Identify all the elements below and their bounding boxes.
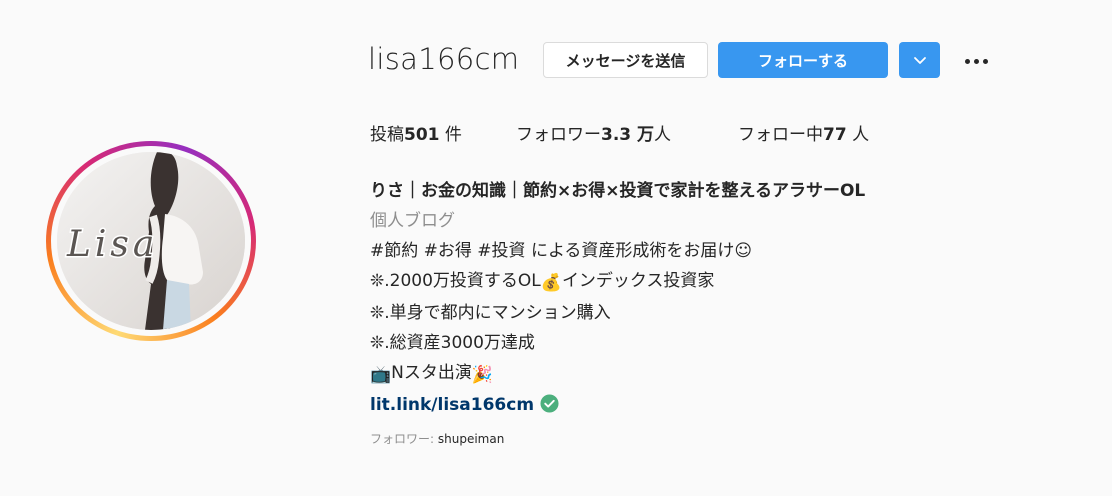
posts-count: 投稿501 件 (370, 120, 462, 145)
suggested-accounts-dropdown-button[interactable] (899, 42, 940, 78)
posts-value: 501 (404, 125, 440, 145)
send-message-button[interactable]: メッセージを送信 (543, 42, 708, 78)
more-dot (982, 58, 988, 64)
followed-by[interactable]: フォロワー: shupeiman (370, 430, 504, 447)
profile-full-name: りさ｜お金の知識｜節約×お得×投資で家計を整えるアラサーOL (370, 181, 866, 201)
following-label: フォロー中 (738, 125, 823, 145)
more-dot (964, 58, 970, 64)
chevron-down-icon (913, 57, 926, 64)
followed-by-user[interactable]: shupeiman (438, 432, 504, 446)
more-options-icon[interactable] (960, 50, 992, 72)
bio-line-apartment: ❊.単身で都内にマンション購入 (370, 303, 611, 323)
following-unit: 人 (846, 125, 870, 145)
bio-line-hashtags: #節約 #お得 #投資 による資産形成術をお届け☺ (370, 241, 753, 261)
profile-category: 個人ブログ (370, 211, 455, 231)
avatar-logo-text: Lisa (66, 224, 158, 265)
following-count[interactable]: フォロー中77 人 (738, 120, 869, 145)
followers-label: フォロワー (516, 125, 601, 145)
follow-button[interactable]: フォローする (718, 42, 888, 78)
followers-value: 3.3 万 (601, 125, 655, 145)
posts-label: 投稿 (370, 125, 404, 145)
followers-unit: 人 (654, 125, 672, 145)
verified-check-icon (540, 394, 559, 413)
followers-count[interactable]: フォロワー3.3 万人 (516, 120, 671, 145)
bio-line-tv: 📺Nスタ出演🎉 (370, 358, 865, 390)
profile-external-link[interactable]: lit.link/lisa166cm (370, 395, 534, 415)
followed-by-label: フォロワー: (370, 432, 438, 446)
bio-link-row: lit.link/lisa166cm (370, 390, 865, 420)
bio-line-investing-tail: インデックス投資家 (561, 271, 715, 291)
profile-bio: りさ｜お金の知識｜節約×お得×投資で家計を整えるアラサーOL 個人ブログ #節約… (370, 176, 865, 420)
avatar-story-ring[interactable]: Lisa (46, 141, 256, 341)
following-value: 77 (823, 125, 847, 145)
television-icon: 📺 (370, 365, 392, 385)
bio-line-investing-text: ❊.2000万投資するOL (370, 271, 541, 291)
more-dot (973, 58, 979, 64)
avatar[interactable]: Lisa (57, 152, 245, 330)
profile-username: lisa166cm (368, 42, 520, 76)
money-bag-icon: 💰 (540, 273, 562, 293)
bio-line-investing: ❊.2000万投資するOL💰インデックス投資家 (370, 266, 865, 298)
bio-line-assets: ❊.総資産3000万達成 (370, 333, 535, 353)
avatar-photo: Lisa (57, 152, 245, 330)
party-popper-icon: 🎉 (471, 365, 494, 385)
posts-unit: 件 (439, 125, 462, 145)
bio-line-tv-text: Nスタ出演 (391, 363, 472, 383)
